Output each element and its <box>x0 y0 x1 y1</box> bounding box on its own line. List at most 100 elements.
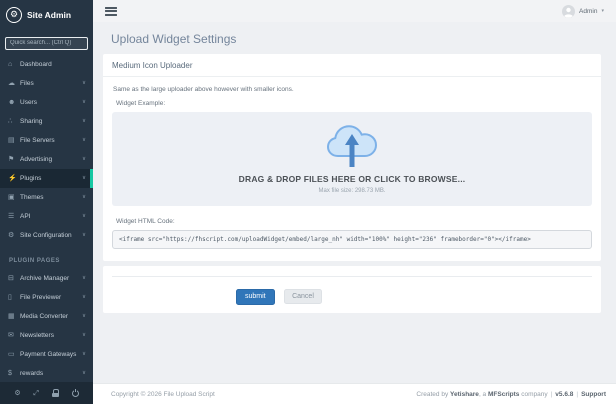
chevron-down-icon: ∨ <box>82 332 86 338</box>
separator: | <box>551 391 553 398</box>
footer-credits: Created by Yetishare, a MFScripts compan… <box>416 391 606 398</box>
medium-icon-uploader-card: Medium Icon Uploader Same as the large u… <box>103 54 601 261</box>
sidebar-item-archive-manager[interactable]: ⊟ Archive Manager ∨ <box>0 269 93 288</box>
sidebar-item-label: Site Configuration <box>20 232 82 239</box>
sidebar-item-label: Users <box>20 99 82 106</box>
chevron-down-icon: ∨ <box>82 351 86 357</box>
gear-icon[interactable]: ⚙ <box>14 390 20 397</box>
search-input[interactable] <box>5 37 88 50</box>
sidebar-item-sharing[interactable]: ∴ Sharing ∨ <box>0 112 93 131</box>
users-icon: ☻ <box>8 99 20 106</box>
sidebar-item-label: Archive Manager <box>20 275 82 282</box>
gear-icon: ⚙ <box>8 231 20 239</box>
sidebar-item-label: Media Converter <box>20 313 82 320</box>
sidebar-item-label: Themes <box>20 194 82 201</box>
plug-icon: ⚡ <box>8 174 20 182</box>
sidebar-item-advertising[interactable]: ⚑ Advertising ∨ <box>0 150 93 169</box>
sidebar-item-api[interactable]: ☰ API ∨ <box>0 207 93 226</box>
sidebar-item-rewards[interactable]: $ rewards ∨ <box>0 364 93 383</box>
expand-icon[interactable]: ⤢ <box>33 390 39 397</box>
sidebar-item-label: Dashboard <box>20 61 86 68</box>
sidebar-item-label: rewards <box>20 370 82 377</box>
widget-html-code-field[interactable]: <iframe src="https://fhscript.com/upload… <box>112 230 592 249</box>
image-icon: ▣ <box>8 193 20 201</box>
sidebar-item-files[interactable]: ☁ Files ∨ <box>0 74 93 93</box>
topbar: Admin ▾ <box>93 0 616 22</box>
card-description: Same as the large uploader above however… <box>113 86 592 93</box>
sidebar-item-dashboard[interactable]: ⌂ Dashboard <box>0 55 93 74</box>
upload-cloud-icon <box>326 125 378 169</box>
brand-logo-icon: ⚙ <box>6 7 22 23</box>
sidebar-item-file-servers[interactable]: ▤ File Servers ∨ <box>0 131 93 150</box>
mfscripts-link[interactable]: MFScripts <box>488 391 519 398</box>
submit-button[interactable]: submit <box>236 289 275 305</box>
sidebar-item-users[interactable]: ☻ Users ∨ <box>0 93 93 112</box>
card-title: Medium Icon Uploader <box>103 54 601 77</box>
sidebar-item-newsletters[interactable]: ✉ Newsletters ∨ <box>0 326 93 345</box>
chevron-down-icon: ∨ <box>82 213 86 219</box>
chevron-down-icon: ∨ <box>82 313 86 319</box>
yetishare-link[interactable]: Yetishare <box>450 391 479 398</box>
power-icon[interactable] <box>72 390 79 397</box>
sidebar-search <box>5 31 88 50</box>
brand-name: Site Admin <box>27 10 71 20</box>
credit-card-icon: ▭ <box>8 350 20 358</box>
widget-html-code-label: Widget HTML Code: <box>116 218 592 225</box>
page-title: Upload Widget Settings <box>111 32 616 46</box>
envelope-icon: ✉ <box>8 331 20 339</box>
sidebar-item-label: Plugins <box>20 175 82 182</box>
sidebar-item-media-converter[interactable]: ▦ Media Converter ∨ <box>0 307 93 326</box>
sidebar-item-label: Payment Gateways <box>20 351 82 358</box>
sidebar-item-payment-gateways[interactable]: ▭ Payment Gateways ∨ <box>0 345 93 364</box>
comma-a-text: , a <box>479 391 486 398</box>
chevron-down-icon: ∨ <box>82 232 86 238</box>
card-body: Same as the large uploader above however… <box>103 77 601 261</box>
chevron-down-icon: ∨ <box>82 175 86 181</box>
cancel-button[interactable]: Cancel <box>284 289 322 304</box>
menu-toggle-icon[interactable] <box>105 5 117 17</box>
user-menu[interactable]: Admin ▾ <box>562 5 604 18</box>
sidebar-item-label: Advertising <box>20 156 82 163</box>
sidebar: ⚙ Site Admin ⌂ Dashboard ☁ Files ∨ ☻ Use… <box>0 0 93 404</box>
chevron-down-icon: ∨ <box>82 156 86 162</box>
chevron-down-icon: ∨ <box>82 80 86 86</box>
sidebar-item-label: File Servers <box>20 137 82 144</box>
sidebar-item-file-previewer[interactable]: ▯ File Previewer ∨ <box>0 288 93 307</box>
upload-dropzone[interactable]: DRAG & DROP FILES HERE OR CLICK TO BROWS… <box>112 112 592 206</box>
chevron-down-icon: ∨ <box>82 275 86 281</box>
server-icon: ▤ <box>8 136 20 144</box>
company-text: company <box>521 391 547 398</box>
chevron-down-icon: ∨ <box>82 137 86 143</box>
chevron-down-icon: ▾ <box>601 8 604 14</box>
created-by-text: Created by <box>416 391 448 398</box>
copyright-text: Copyright © 2026 File Upload Script <box>111 391 215 398</box>
main-area: Admin ▾ Upload Widget Settings Medium Ic… <box>93 0 616 404</box>
footer: Copyright © 2026 File Upload Script Crea… <box>93 383 616 404</box>
file-icon: ▯ <box>8 293 20 301</box>
megaphone-icon: ⚑ <box>8 155 20 163</box>
separator: | <box>576 391 578 398</box>
sidebar-section-plugin-pages: PLUGIN PAGES <box>0 245 93 269</box>
user-name: Admin <box>579 8 597 15</box>
chevron-down-icon: ∨ <box>82 118 86 124</box>
sidebar-item-themes[interactable]: ▣ Themes ∨ <box>0 188 93 207</box>
home-icon: ⌂ <box>8 61 20 68</box>
version-text: v5.6.8 <box>555 391 573 398</box>
chevron-down-icon: ∨ <box>82 370 86 376</box>
form-actions-card: submit Cancel <box>103 266 601 313</box>
widget-example-label: Widget Example: <box>116 100 592 107</box>
lock-icon[interactable] <box>52 389 59 397</box>
share-icon: ∴ <box>8 117 20 125</box>
dropzone-max-size-text: Max file size: 298.73 MB. <box>318 188 385 194</box>
money-icon: $ <box>8 370 20 377</box>
sidebar-item-plugins[interactable]: ⚡ Plugins ∨ <box>0 169 93 188</box>
support-link[interactable]: Support <box>581 391 606 398</box>
dropzone-main-text: DRAG & DROP FILES HERE OR CLICK TO BROWS… <box>239 174 466 184</box>
cloud-icon: ☁ <box>8 79 20 87</box>
chevron-down-icon: ∨ <box>82 99 86 105</box>
content: Medium Icon Uploader Same as the large u… <box>93 46 616 313</box>
sidebar-item-site-configuration[interactable]: ⚙ Site Configuration ∨ <box>0 226 93 245</box>
sidebar-item-label: File Previewer <box>20 294 82 301</box>
sidebar-item-label: API <box>20 213 82 220</box>
sidebar-item-label: Files <box>20 80 82 87</box>
